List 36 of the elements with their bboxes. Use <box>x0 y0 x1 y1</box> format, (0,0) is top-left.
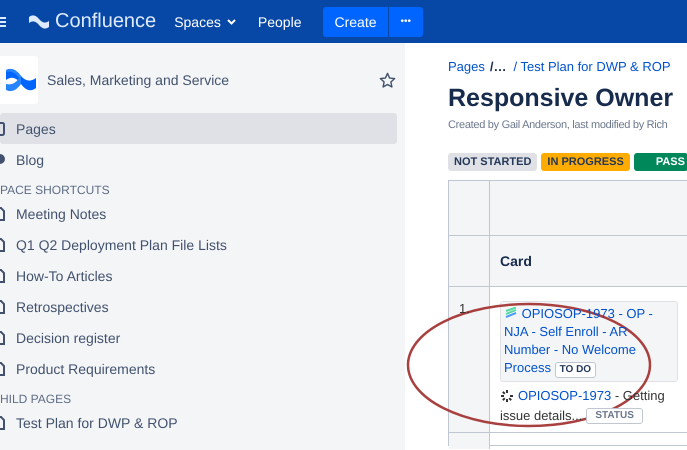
shortcut-item[interactable]: How-To Articles <box>0 260 397 291</box>
stacked-lines-icon <box>504 307 518 319</box>
shortcut-item[interactable]: Retrospectives <box>0 291 397 322</box>
page-byline: Created by Gail Anderson, last modified by Rich <box>448 119 668 131</box>
status-tag: TO DO <box>554 362 596 378</box>
breadcrumb-link[interactable]: /… <box>490 59 506 74</box>
status-lozenge: PASS <box>634 153 687 171</box>
page-title: Responsive Owner <box>448 84 674 113</box>
nav-link[interactable]: People <box>258 14 302 30</box>
shortcut-item[interactable]: Product Requirements <box>0 353 397 384</box>
status-lozenge: NOT STARTED <box>448 153 538 171</box>
issue-loading-text: issue details... <box>500 407 582 425</box>
section-heading: PACE SHORTCUTS <box>0 182 111 198</box>
sidebar-item[interactable]: Pages <box>0 113 397 144</box>
status-tag: STATUS <box>586 408 643 424</box>
logo-icon <box>28 12 50 30</box>
space-name[interactable]: Sales, Marketing and Service <box>47 72 379 88</box>
shortcut-item[interactable]: Meeting Notes <box>0 198 397 229</box>
breadcrumb-link[interactable]: / Test Plan for DWP & ROP <box>514 59 671 74</box>
nav-link[interactable]: Spaces <box>174 14 236 30</box>
loading-spinner-icon <box>500 389 514 403</box>
more-button[interactable]: ••• <box>388 6 424 36</box>
row-number-cell: 1. <box>449 287 490 432</box>
section-heading: HILD PAGES <box>0 391 72 407</box>
shortcut-item[interactable]: Q1 Q2 Deployment Plan File Lists <box>0 229 397 260</box>
breadcrumb-link[interactable]: Pages <box>448 59 485 74</box>
shortcut-item[interactable]: Decision register <box>0 322 397 353</box>
create-button[interactable]: Create <box>323 6 388 36</box>
shortcut-item[interactable]: Test Plan for DWP & ROP <box>0 407 397 438</box>
column-header: Card <box>490 236 687 286</box>
star-icon[interactable] <box>379 72 396 88</box>
chevron-down-icon <box>226 18 236 24</box>
status-lozenge: IN PROGRESS <box>541 153 630 171</box>
menu-icon[interactable] <box>0 16 8 28</box>
confluence-logo-link[interactable]: Confluence <box>28 10 156 33</box>
sidebar-item[interactable]: Blog <box>0 144 397 175</box>
